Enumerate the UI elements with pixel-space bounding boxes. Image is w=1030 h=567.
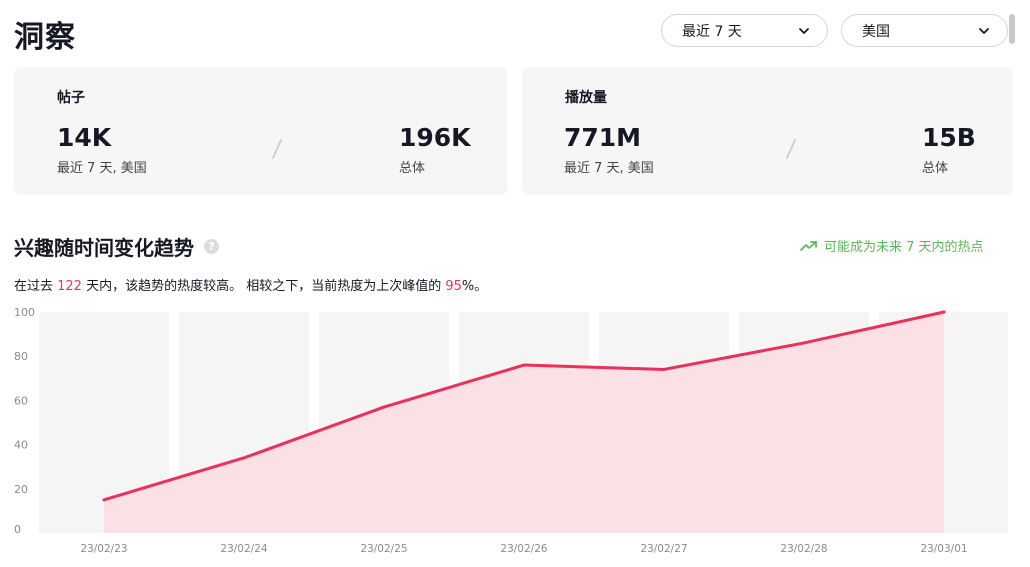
chart-point — [102, 498, 106, 502]
divider-slash-icon — [786, 139, 796, 159]
posts-card-title: 帖子 — [57, 90, 85, 106]
date-range-dropdown[interactable]: 最近 7 天 — [661, 14, 828, 47]
x-tick-label: 23/02/27 — [640, 543, 687, 555]
posts-recent-label: 最近 7 天, 美国 — [57, 161, 147, 176]
y-tick-label: 0 — [14, 523, 21, 536]
views-total-value: 15B — [922, 123, 976, 152]
chart-point — [662, 367, 666, 371]
chart-point — [382, 405, 386, 409]
posts-recent-value: 14K — [57, 123, 112, 152]
posts-total-value: 196K — [399, 123, 471, 152]
hot-prediction-text: 可能成为未来 7 天内的热点 — [824, 240, 984, 255]
date-range-value: 最近 7 天 — [682, 23, 742, 40]
hot-prediction-tag: 可能成为未来 7 天内的热点 — [800, 236, 984, 255]
posts-total-label: 总体 — [399, 161, 426, 176]
y-tick-label: 40 — [14, 439, 28, 452]
desc-percent-value: 95 — [445, 279, 462, 294]
views-total-metric: 15B 总体 — [922, 123, 976, 176]
views-card: 播放量 771M 最近 7 天, 美国 15B 总体 — [522, 67, 1013, 195]
desc-suffix: %。 — [461, 279, 488, 294]
x-tick-label: 23/02/26 — [500, 543, 547, 555]
region-dropdown[interactable]: 美国 — [841, 14, 1008, 47]
x-tick-label: 23/02/28 — [780, 543, 827, 555]
chart-svg: 0 20 40 60 80 100 23/02/23 23/02/24 23/02/25 23/0… — [14, 306, 1008, 555]
y-tick-label: 60 — [14, 394, 28, 407]
views-recent-metric: 771M 最近 7 天, 美国 — [564, 123, 654, 176]
chart-point — [942, 310, 946, 314]
region-value: 美国 — [862, 23, 890, 40]
page-title: 洞察 — [14, 20, 76, 55]
posts-recent-metric: 14K 最近 7 天, 美国 — [57, 123, 147, 176]
divider-slash-icon — [272, 139, 282, 159]
x-tick-label: 23/02/23 — [80, 543, 127, 555]
desc-middle: 天内，该趋势的热度较高。 相较之下，当前热度为上次峰值的 — [81, 279, 446, 294]
scrollbar-thumb[interactable] — [1009, 14, 1015, 44]
posts-total-metric: 196K 总体 — [399, 123, 471, 176]
y-tick-label: 80 — [14, 350, 28, 363]
info-icon[interactable]: ? — [204, 239, 219, 254]
trend-description: 在过去 122 天内，该趋势的热度较高。 相较之下，当前热度为上次峰值的 95%… — [14, 275, 487, 294]
desc-prefix: 在过去 — [14, 279, 58, 294]
views-card-title: 播放量 — [565, 90, 607, 106]
interest-trend-chart: 0 20 40 60 80 100 23/02/23 23/02/24 23/02/25 23/0… — [0, 300, 1030, 567]
trend-title-text: 兴趣随时间变化趋势 — [14, 236, 194, 260]
trending-up-icon — [800, 240, 817, 251]
desc-days-value: 122 — [57, 279, 82, 294]
chart-point — [522, 363, 526, 367]
posts-card: 帖子 14K 最近 7 天, 美国 196K 总体 — [14, 67, 507, 195]
chart-point — [242, 456, 246, 460]
chevron-down-icon — [979, 27, 989, 34]
views-recent-value: 771M — [564, 123, 642, 152]
x-tick-label: 23/02/25 — [360, 543, 407, 555]
x-tick-label: 23/03/01 — [920, 543, 967, 555]
trend-section-title: 兴趣随时间变化趋势 ? — [14, 232, 219, 261]
y-tick-label: 100 — [14, 306, 35, 319]
chevron-down-icon — [799, 27, 809, 34]
x-tick-label: 23/02/24 — [220, 543, 267, 555]
y-tick-label: 20 — [14, 483, 28, 496]
chart-point — [802, 341, 806, 345]
views-total-label: 总体 — [922, 161, 949, 176]
views-recent-label: 最近 7 天, 美国 — [564, 161, 654, 176]
